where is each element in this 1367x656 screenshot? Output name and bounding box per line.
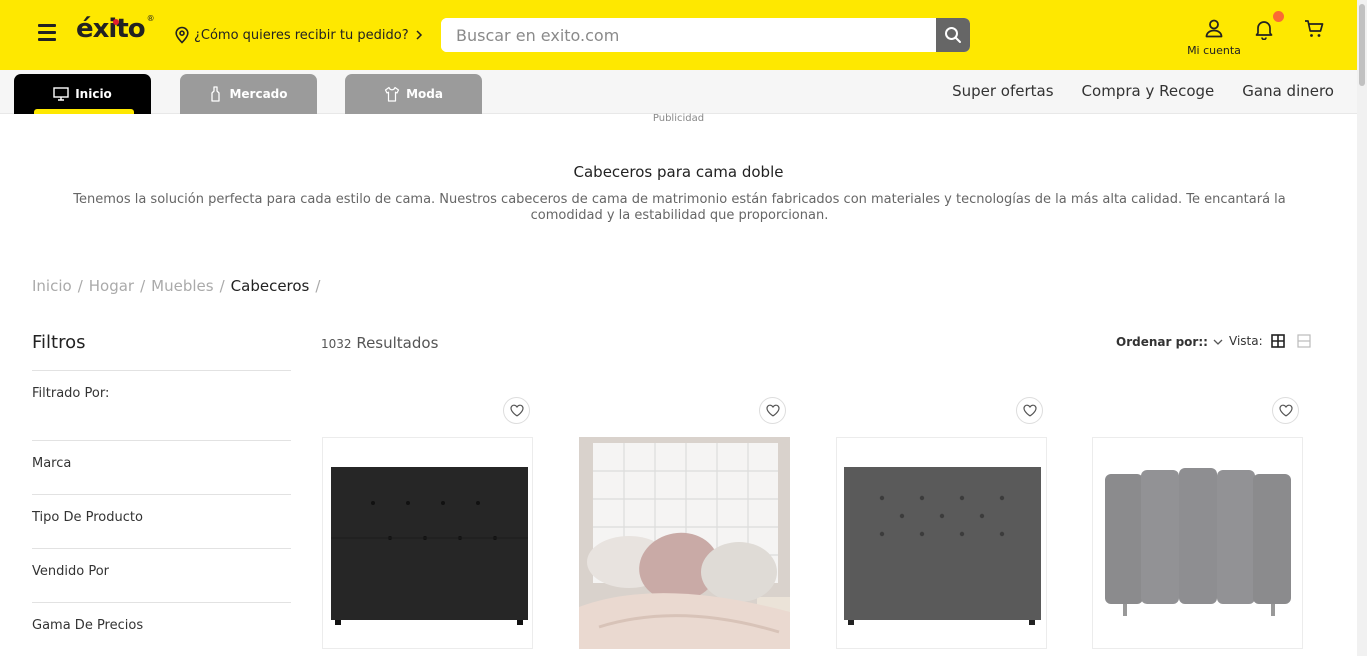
divider (32, 370, 291, 371)
monitor-icon (53, 87, 69, 101)
location-pin-icon (175, 26, 189, 44)
filter-vendido-por[interactable]: Vendido Por (32, 564, 109, 579)
breadcrumb-muebles[interactable]: Muebles (151, 277, 213, 295)
filters-title: Filtros (32, 332, 86, 353)
link-gana-dinero[interactable]: Gana dinero (1242, 82, 1334, 100)
filter-gama-de-precios[interactable]: Gama De Precios (32, 618, 143, 633)
cart-icon (1305, 20, 1324, 37)
breadcrumb: Inicio / Hogar / Muebles / Cabeceros / (32, 277, 320, 295)
heart-icon (1278, 404, 1293, 417)
favorite-button[interactable] (1016, 397, 1043, 424)
scrollbar-thumb[interactable] (1359, 4, 1365, 86)
category-description: Tenemos la solución perfecta para cada e… (73, 192, 1286, 223)
breadcrumb-separator: / (219, 277, 225, 295)
heart-icon (765, 404, 780, 417)
search-input[interactable] (441, 18, 936, 52)
notifications-button[interactable] (1253, 11, 1284, 44)
tab-label: Moda (406, 87, 443, 101)
category-nav: Inicio Mercado Moda Super ofertas Compra… (0, 70, 1357, 114)
heart-icon (1022, 404, 1037, 417)
breadcrumb-separator: / (315, 277, 321, 295)
divider (32, 440, 291, 441)
link-super-ofertas[interactable]: Super ofertas (952, 82, 1053, 100)
favorite-button[interactable] (503, 397, 530, 424)
breadcrumb-separator: / (140, 277, 146, 295)
divider (32, 494, 291, 495)
search-icon (945, 27, 961, 43)
bell-icon (1255, 21, 1273, 41)
product-image (579, 437, 790, 649)
breadcrumb-hogar[interactable]: Hogar (89, 277, 134, 295)
product-image (844, 467, 1041, 625)
breadcrumb-cabeceros: Cabeceros (230, 277, 310, 295)
filter-tipo-de-producto[interactable]: Tipo De Producto (32, 510, 143, 525)
product-card[interactable] (1092, 437, 1303, 649)
notification-badge (1273, 11, 1284, 22)
favorite-button[interactable] (759, 397, 786, 424)
tab-mercado[interactable]: Mercado (180, 74, 317, 114)
tab-label: Mercado (229, 87, 288, 101)
user-icon (1205, 19, 1223, 38)
bottle-icon (211, 86, 221, 102)
delivery-prompt: ¿Cómo quieres recibir tu pedido? (194, 27, 409, 43)
view-label: Vista: (1229, 334, 1263, 348)
search-bar (441, 18, 970, 52)
tab-moda[interactable]: Moda (345, 74, 482, 114)
filter-marca[interactable]: Marca (32, 456, 71, 471)
heart-icon (509, 404, 524, 417)
registered-mark: ® (146, 14, 155, 23)
sort-dropdown[interactable]: Ordenar por:: (1116, 335, 1223, 349)
logo-text: éxito (76, 14, 146, 44)
top-header: éxito ® ¿Cómo quieres recibir tu pedido? … (0, 0, 1357, 70)
breadcrumb-separator: / (77, 277, 83, 295)
results-number: 1032 (321, 337, 352, 351)
breadcrumb-inicio[interactable]: Inicio (32, 277, 72, 295)
view-toggle: Vista: (1229, 334, 1311, 348)
category-title: Cabeceros para cama doble (573, 163, 784, 181)
tab-inicio[interactable]: Inicio (14, 74, 151, 114)
menu-icon[interactable] (38, 24, 56, 42)
page-scrollbar[interactable] (1357, 0, 1367, 656)
logo-dot (113, 19, 119, 25)
product-image (1105, 468, 1291, 616)
exito-logo[interactable]: éxito ® (76, 14, 155, 44)
product-card[interactable] (322, 437, 533, 649)
results-label: Resultados (356, 334, 439, 352)
account-label: Mi cuenta (1187, 44, 1241, 57)
results-count: 1032 Resultados (321, 334, 438, 352)
chevron-right-icon (416, 30, 422, 40)
search-button[interactable] (936, 18, 970, 52)
list-view-icon[interactable] (1297, 334, 1311, 348)
grid-view-icon[interactable] (1270, 334, 1285, 348)
shirt-icon (384, 86, 400, 102)
filtered-by-label: Filtrado Por: (32, 386, 110, 401)
account-button[interactable]: Mi cuenta (1184, 18, 1244, 57)
delivery-selector[interactable]: ¿Cómo quieres recibir tu pedido? (174, 26, 425, 44)
link-compra-y-recoge[interactable]: Compra y Recoge (1082, 82, 1215, 100)
favorite-button[interactable] (1272, 397, 1299, 424)
product-card[interactable] (836, 437, 1047, 649)
tab-label: Inicio (75, 87, 112, 101)
header-links: Super ofertas Compra y Recoge Gana diner… (952, 82, 1334, 100)
divider (32, 548, 291, 549)
sort-label: Ordenar por:: (1116, 335, 1208, 349)
product-card[interactable] (579, 437, 790, 649)
product-image (331, 467, 528, 625)
divider (32, 602, 291, 603)
chevron-down-icon (1213, 339, 1223, 345)
cart-button[interactable] (1303, 18, 1325, 44)
ad-label: Publicidad (652, 113, 705, 124)
